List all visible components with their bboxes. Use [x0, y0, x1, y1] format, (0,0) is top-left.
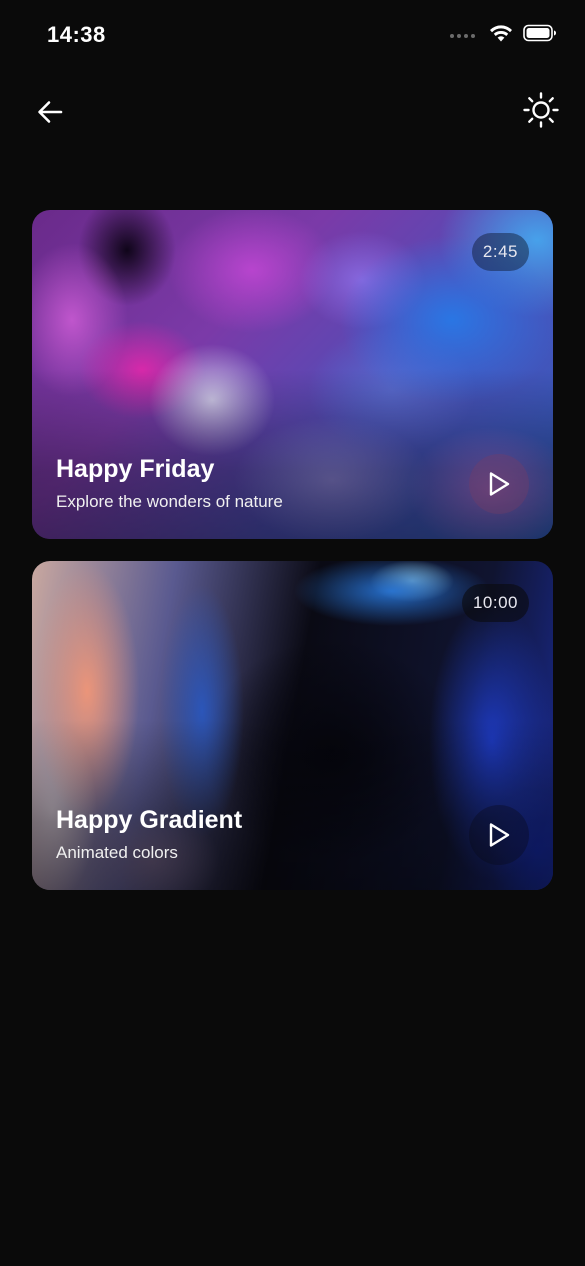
- video-title: Happy Friday: [56, 455, 215, 483]
- video-title: Happy Gradient: [56, 806, 243, 834]
- play-button[interactable]: [469, 805, 529, 865]
- duration-badge: 10:00: [461, 584, 529, 622]
- signal-dots-icon: [450, 33, 475, 38]
- status-time: 14:38: [47, 22, 106, 47]
- video-card-happy-friday[interactable]: 2:45 Happy Friday Explore the wonders of…: [32, 210, 553, 539]
- wifi-icon: [489, 24, 513, 47]
- sun-icon: [523, 92, 559, 128]
- video-subtitle: Explore the wonders of nature: [56, 492, 283, 511]
- thumbnail-overlay: [32, 720, 553, 890]
- duration-badge: 2:45: [471, 233, 529, 271]
- status-bar: 14:38: [0, 0, 585, 74]
- play-icon: [489, 823, 510, 847]
- status-icons: [450, 24, 557, 47]
- video-subtitle: Animated colors: [56, 843, 178, 862]
- battery-icon: [523, 24, 557, 47]
- arrow-left-icon: [38, 101, 63, 123]
- video-list-screen: 14:38 2:45 Happy Friday Explore the wond…: [0, 0, 585, 1266]
- play-button[interactable]: [469, 454, 529, 514]
- thumbnail-overlay: [32, 369, 553, 539]
- back-button[interactable]: [30, 92, 70, 132]
- video-card-happy-gradient[interactable]: 10:00 Happy Gradient Animated colors: [32, 561, 553, 890]
- play-icon: [489, 472, 510, 496]
- top-navigation: [0, 80, 585, 140]
- theme-toggle-button[interactable]: [519, 88, 563, 132]
